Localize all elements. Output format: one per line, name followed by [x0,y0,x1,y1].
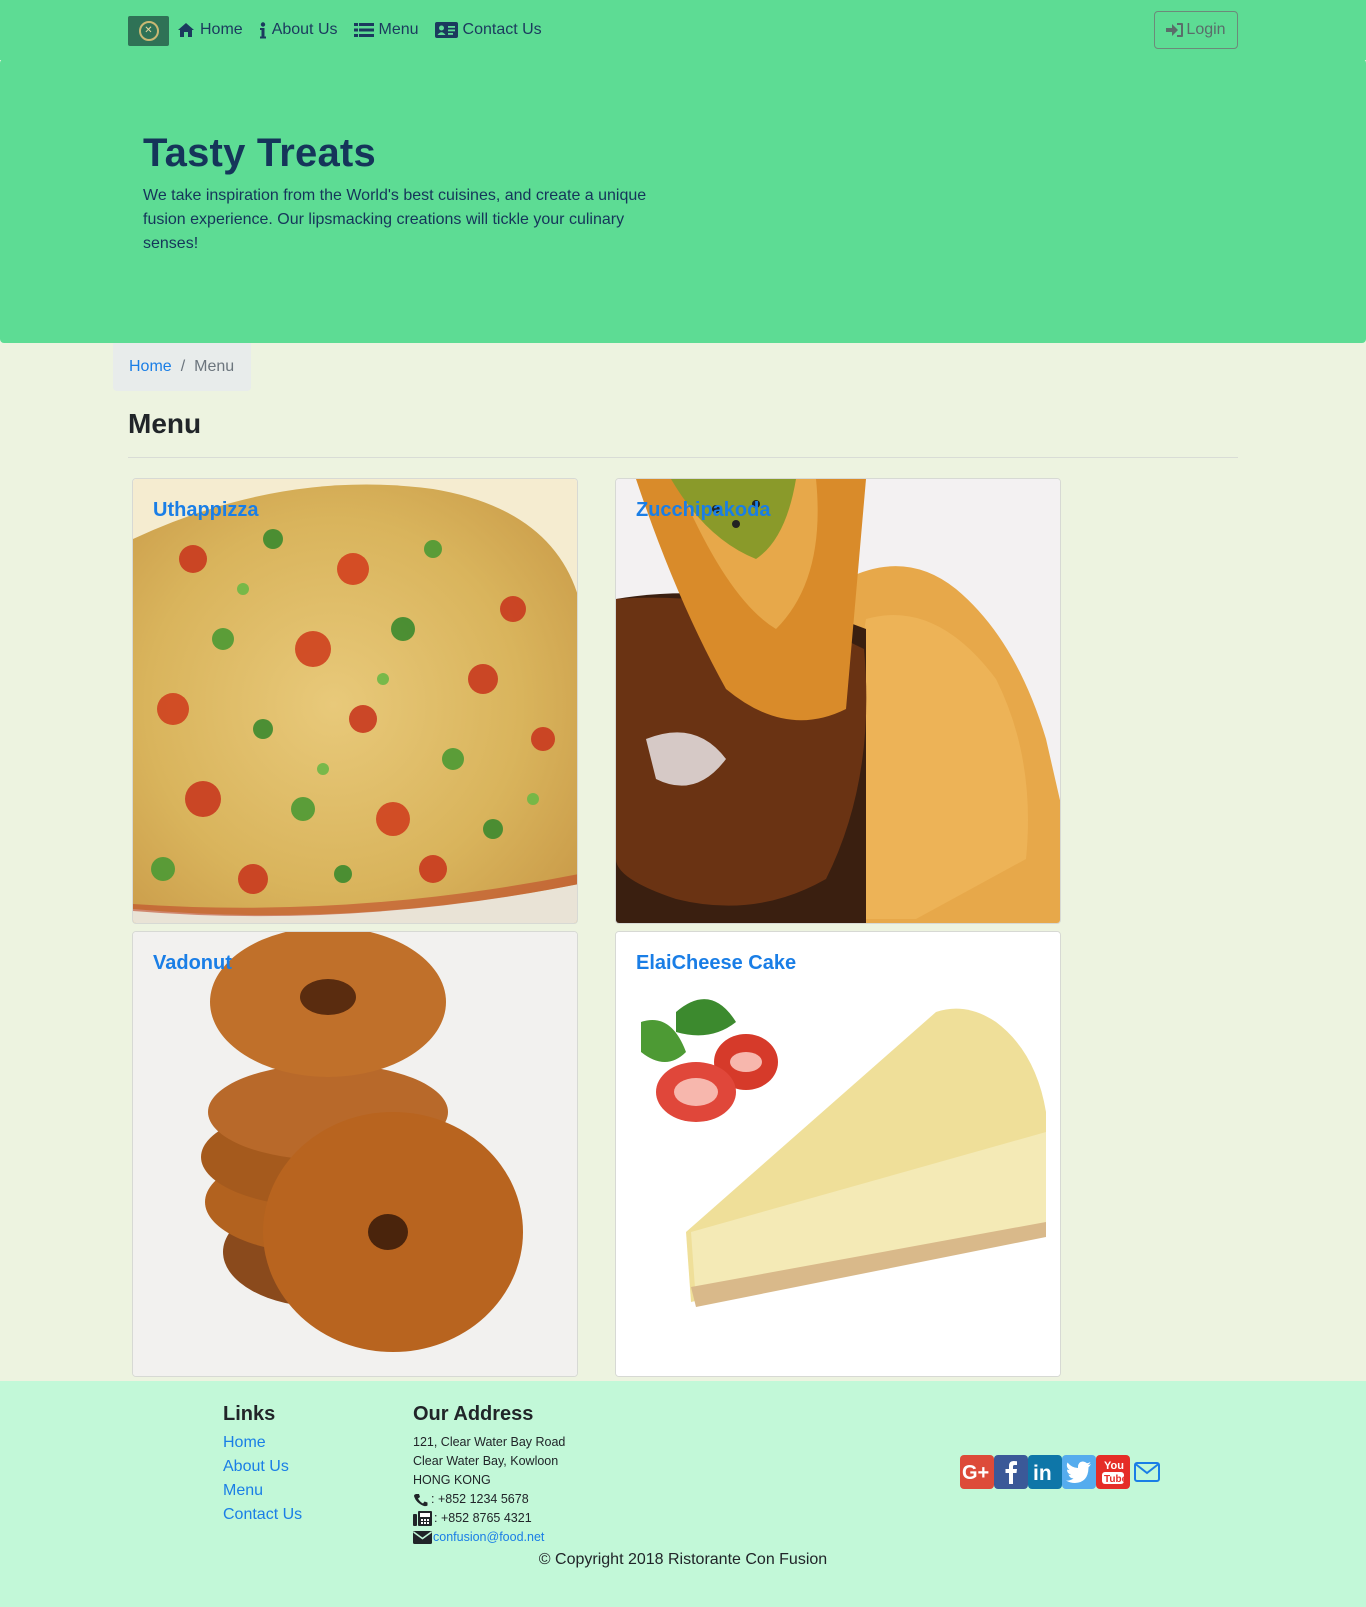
nav-item-contact[interactable]: Contact Us [434,21,542,39]
fax-number: : +852 8765 4321 [434,1511,532,1525]
sign-in-icon [1166,23,1184,37]
copyright: © Copyright 2018 Ristorante Con Fusion [538,1551,828,1568]
restaurant-logo-icon[interactable]: ✕ [128,16,169,46]
navbar: ✕ Home About Us Menu Contact Us Login [0,0,1366,60]
footer-address-heading: Our Address [413,1403,534,1425]
nav-item-home[interactable]: Home [177,21,243,39]
vadonut-image [133,932,577,1376]
svg-text:in: in [1033,1462,1052,1483]
nav-item-label: About Us [271,21,338,38]
jumbotron: Tasty Treats We take inspiration from th… [0,59,1366,343]
email-row: confusion@food.net [413,1528,565,1547]
nav-item-menu[interactable]: Menu [353,21,419,39]
footer-address: 121, Clear Water Bay Road Clear Water Ba… [413,1433,565,1547]
jumbotron-text: We take inspiration from the World's bes… [143,187,647,252]
nav-item-about[interactable]: About Us [259,21,338,39]
fax-icon [413,1510,432,1526]
list-icon [353,23,374,37]
google-plus-icon[interactable]: G+ [960,1455,994,1489]
breadcrumb-separator: / [180,358,186,375]
login-button[interactable]: Login [1154,11,1238,49]
jumbotron-title: Tasty Treats [143,131,376,175]
dish-card-elaicheese-cake[interactable]: ElaiCheese Cake [615,931,1061,1377]
page-title: Menu [128,408,202,439]
email-link[interactable]: confusion@food.net [433,1528,544,1547]
home-icon [178,23,194,37]
zucchipakoda-image [616,479,1060,923]
youtube-icon[interactable]: You Tube [1096,1455,1130,1489]
dish-card-zucchipakoda[interactable]: Zucchipakoda [615,478,1061,924]
svg-text:You: You [1104,1460,1124,1472]
footer-link-menu[interactable]: Menu [223,1479,302,1503]
dish-card-vadonut[interactable]: Vadonut [132,931,578,1377]
phone-icon [414,1493,428,1506]
divider [128,457,1238,458]
footer-link-contact[interactable]: Contact Us [223,1503,302,1527]
address-card-icon [434,22,458,38]
nav-menu: Home About Us Menu Contact Us [177,0,558,60]
phone-row: : +852 1234 5678 [413,1490,565,1509]
social-links: G+ in You Tube [960,1455,1164,1489]
breadcrumb-home[interactable]: Home [129,358,172,376]
footer-link-about[interactable]: About Us [223,1455,302,1479]
footer: Links Home About Us Menu Contact Us Our … [0,1381,1366,1607]
address-line: 121, Clear Water Bay Road [413,1435,566,1449]
footer-links-heading: Links [223,1403,276,1425]
info-icon [259,21,266,38]
nav-item-label: Menu [378,21,419,38]
dish-card-uthappizza[interactable]: Uthappizza [132,478,578,924]
dish-name[interactable]: ElaiCheese Cake [636,952,796,975]
facebook-icon[interactable] [994,1455,1028,1489]
twitter-icon[interactable] [1062,1455,1096,1489]
address-line: Clear Water Bay, Kowloon [413,1454,559,1468]
address-line: HONG KONG [413,1473,491,1487]
login-label: Login [1186,21,1226,38]
dish-name[interactable]: Uthappizza [153,499,259,522]
uthappizza-image [133,479,577,923]
fax-row: : +852 8765 4321 [413,1509,565,1528]
nav-item-label: Contact Us [462,21,542,38]
nav-item-label: Home [200,21,243,38]
breadcrumb-active: Menu [194,358,235,375]
dish-name[interactable]: Vadonut [153,952,232,975]
svg-text:G+: G+ [962,1462,989,1483]
linkedin-icon[interactable]: in [1028,1455,1062,1489]
svg-text:Tube: Tube [1104,1474,1126,1485]
phone-number: : +852 1234 5678 [431,1492,529,1506]
footer-links: Home About Us Menu Contact Us [223,1431,302,1527]
dish-name[interactable]: Zucchipakoda [636,499,770,522]
breadcrumb: Home / Menu [113,343,251,391]
footer-link-home[interactable]: Home [223,1431,302,1455]
envelope-icon [413,1531,432,1544]
elaicheese-cake-image [616,932,1060,1376]
envelope-icon[interactable] [1130,1455,1164,1489]
